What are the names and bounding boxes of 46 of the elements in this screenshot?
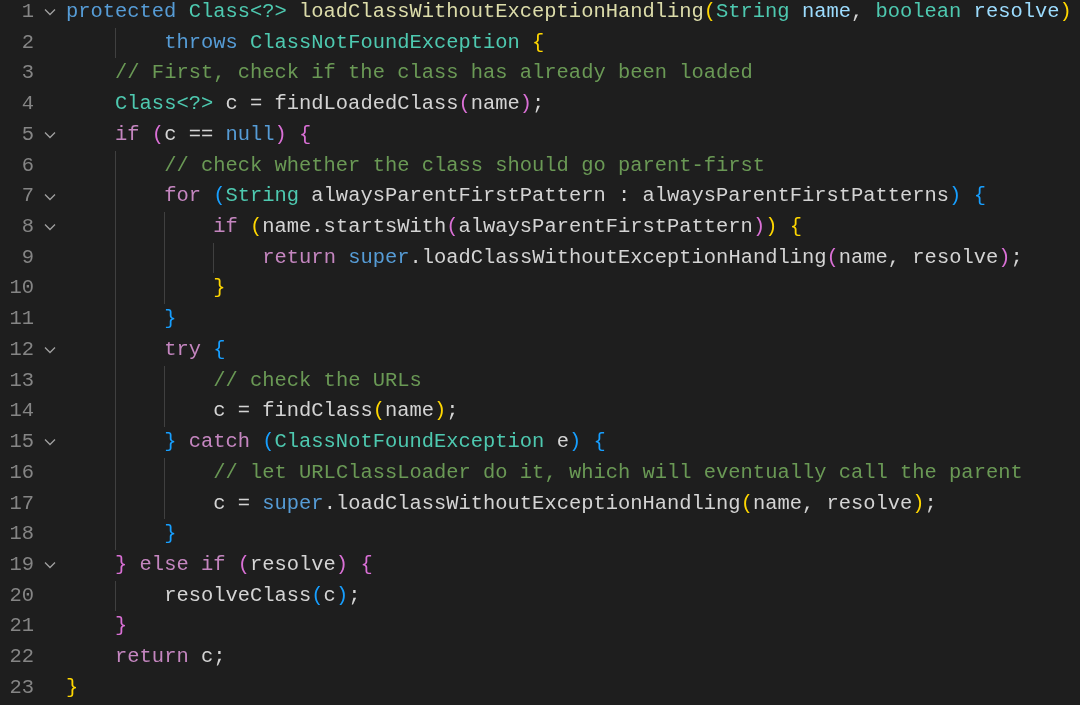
line-number: 16 — [9, 459, 34, 486]
code-line: if (c == null) { — [115, 121, 312, 148]
line-number: 8 — [21, 214, 34, 241]
code-line: resolveClass(c); — [164, 582, 361, 609]
code-line: return c; — [115, 644, 226, 671]
code-line: } — [164, 306, 177, 333]
line-number: 22 — [9, 644, 34, 671]
line-number: 1 — [21, 0, 34, 25]
line-number: 5 — [21, 121, 34, 148]
line-number: 12 — [9, 336, 34, 363]
line-number: 18 — [9, 521, 34, 548]
line-number: 2 — [21, 29, 34, 56]
line-number: 21 — [9, 613, 34, 640]
code-line: } else if (resolve) { — [115, 551, 373, 578]
code-line: } — [213, 275, 226, 302]
code-line: try { — [164, 336, 226, 363]
code-line: } — [164, 521, 177, 548]
code-line: } — [115, 613, 128, 640]
code-line: } catch (ClassNotFoundException e) { — [164, 429, 606, 456]
code-line: if (name.startsWith(alwaysParentFirstPattern)) { — [213, 214, 802, 241]
line-number: 3 — [21, 60, 34, 87]
code-line: // let URLClassLoader do it, which will eventually call the parent — [213, 459, 1023, 486]
line-number: 19 — [9, 551, 34, 578]
line-number: 11 — [9, 306, 34, 333]
code-line: for (String alwaysParentFirstPattern : alwaysParentFirstPatterns) { — [164, 183, 986, 210]
line-number: 10 — [9, 275, 34, 302]
code-line: protected Class<?> loadClassWithoutExceptionHandling(String name, boolean resolve) — [66, 0, 1072, 25]
line-number: 9 — [21, 244, 34, 271]
code-line: // check whether the class should go parent-first — [164, 152, 766, 179]
line-number: 6 — [21, 152, 34, 179]
line-number: 13 — [9, 367, 34, 394]
line-number: 20 — [9, 582, 34, 609]
code-line: // First, check if the class has already been loaded — [115, 60, 753, 87]
line-number: 7 — [21, 183, 34, 210]
code-line: c = findClass(name); — [213, 398, 459, 425]
line-number: 23 — [9, 674, 34, 701]
code-line: return super.loadClassWithoutExceptionHandling(name, resolve); — [262, 244, 1023, 271]
code-line: // check the URLs — [213, 367, 422, 394]
code-line: throws ClassNotFoundException { — [164, 29, 545, 56]
line-number: 4 — [21, 91, 34, 118]
code-line: } — [66, 674, 79, 701]
line-number: 14 — [9, 398, 34, 425]
code-line: c = super.loadClassWithoutExceptionHandling(name, resolve); — [213, 490, 937, 517]
code-line: Class<?> c = findLoadedClass(name); — [115, 91, 545, 118]
line-number: 17 — [9, 490, 34, 517]
line-number: 15 — [9, 429, 34, 456]
